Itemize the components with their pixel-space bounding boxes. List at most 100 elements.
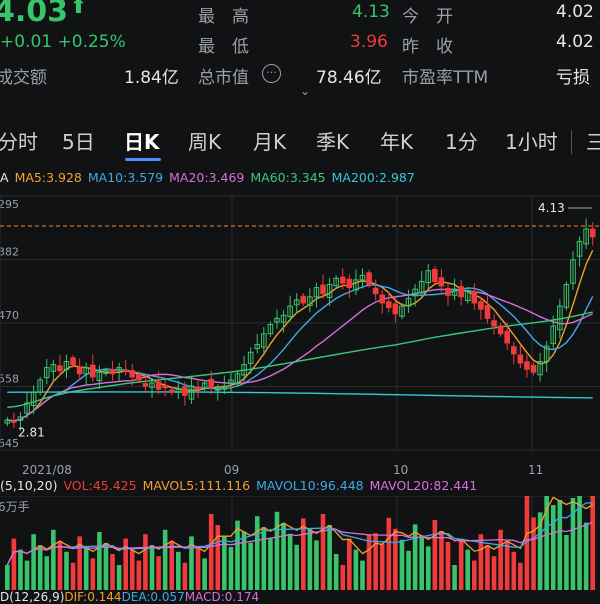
volume-bar bbox=[116, 565, 122, 590]
volume-bar bbox=[347, 538, 352, 590]
candle-body bbox=[445, 288, 451, 296]
tab-5[interactable]: 季K bbox=[316, 126, 349, 155]
volume-bar bbox=[287, 533, 293, 590]
candle-body bbox=[136, 373, 142, 381]
active-tab-underline bbox=[125, 158, 161, 161]
volume-bar bbox=[83, 547, 89, 590]
tab-1[interactable]: 5日 bbox=[62, 126, 95, 155]
pe-label: 市盈率TTM bbox=[402, 68, 489, 88]
volume-bar bbox=[307, 529, 313, 590]
turnover-label: 成交额 bbox=[0, 68, 47, 88]
high-label: 最 高 bbox=[198, 7, 249, 27]
candle-body bbox=[432, 268, 438, 282]
candle-body bbox=[70, 357, 76, 366]
volume-bar bbox=[202, 558, 207, 590]
volume-bar bbox=[24, 560, 30, 590]
volume-bar bbox=[162, 529, 168, 590]
candle-body bbox=[458, 286, 464, 298]
volume-bar bbox=[590, 496, 596, 590]
volume-bar bbox=[215, 525, 221, 590]
volume-bar bbox=[445, 542, 451, 590]
tab-6[interactable]: 年K bbox=[380, 126, 413, 155]
volume-bar bbox=[504, 540, 510, 590]
expand-chevron-icon[interactable]: ⌄ bbox=[300, 84, 310, 98]
volume-bar bbox=[176, 551, 181, 590]
volume-bar bbox=[425, 546, 431, 590]
legend-prefix: (5,10,20) bbox=[0, 478, 58, 493]
candle-body bbox=[510, 346, 517, 355]
info-icon[interactable]: ··· bbox=[262, 64, 281, 83]
volume-bar bbox=[11, 538, 17, 590]
candle-body bbox=[168, 389, 175, 393]
volume-bar bbox=[550, 505, 556, 590]
legend-prefix: A bbox=[0, 170, 9, 185]
volume-bar bbox=[379, 544, 385, 590]
volume-bar bbox=[281, 522, 286, 590]
candle-body bbox=[497, 325, 504, 335]
candle-body bbox=[300, 295, 307, 304]
volume-bar bbox=[44, 556, 50, 590]
tab-2[interactable]: 日K bbox=[124, 126, 160, 155]
low-value: 3.96 bbox=[350, 32, 388, 52]
pe-value: 亏损 bbox=[556, 68, 590, 88]
market-cap-value: 78.46亿 bbox=[316, 68, 382, 88]
volume-bar bbox=[458, 538, 464, 590]
volume-bar bbox=[531, 517, 536, 590]
legend-item-0: VOL:45.425 bbox=[63, 478, 137, 493]
volume-bar bbox=[432, 520, 438, 590]
volume-bar bbox=[511, 551, 517, 590]
market-cap-label: 总市值 bbox=[198, 68, 249, 88]
volume-bar bbox=[90, 558, 96, 590]
volume-bar bbox=[64, 551, 69, 590]
volume-bar bbox=[399, 539, 405, 590]
candle-body bbox=[517, 354, 524, 364]
open-value: 4.02 bbox=[556, 2, 594, 22]
volume-bar bbox=[320, 514, 326, 590]
legend-item-3: MAVOL20:82.441 bbox=[369, 478, 478, 493]
volume-chart[interactable] bbox=[0, 496, 600, 590]
tab-7[interactable]: 1分 bbox=[445, 126, 478, 155]
volume-bar bbox=[143, 534, 148, 590]
volume-bar bbox=[327, 525, 332, 590]
tab-9[interactable]: 三 bbox=[586, 126, 600, 155]
candlestick-chart[interactable]: 295 382 470 558 6452021/08 09 10 11 4.13 2.81 bbox=[0, 188, 600, 478]
volume-bar bbox=[564, 535, 569, 590]
volume-bar bbox=[518, 562, 523, 590]
volume-bar bbox=[366, 534, 372, 590]
volume-bar bbox=[406, 550, 411, 590]
candle-body bbox=[379, 294, 386, 304]
volume-bar bbox=[333, 554, 339, 590]
date-tick-label: 10 bbox=[393, 463, 408, 477]
volume-bar bbox=[57, 540, 63, 590]
candle-body bbox=[129, 370, 136, 378]
turnover-value: 1.84亿 bbox=[124, 68, 179, 88]
volume-bar bbox=[353, 549, 359, 590]
candle-body bbox=[182, 386, 188, 396]
candle-body bbox=[320, 284, 326, 295]
legend-item-3: MA60:3.345 bbox=[250, 170, 326, 185]
candle-body bbox=[385, 301, 392, 309]
volume-bar bbox=[228, 547, 234, 590]
candle-body bbox=[366, 272, 372, 286]
volume-bar bbox=[31, 534, 36, 590]
tab-8[interactable]: 1小时 bbox=[505, 126, 558, 155]
legend-item-1: DIF:0.144 bbox=[64, 590, 122, 604]
volume-bar bbox=[412, 524, 418, 590]
price-tick-label: 558 bbox=[0, 373, 19, 386]
volume-bar bbox=[103, 543, 109, 590]
up-arrow-icon: ⬆ bbox=[70, 0, 87, 18]
mavol10-line bbox=[6, 502, 593, 566]
price-tick-label: 470 bbox=[0, 309, 19, 322]
volume-bar bbox=[439, 531, 444, 590]
tab-3[interactable]: 周K bbox=[188, 126, 221, 155]
legend-item-4: MA200:2.987 bbox=[331, 170, 415, 185]
tab-4[interactable]: 月K bbox=[253, 126, 286, 155]
legend-item-2: MA20:3.469 bbox=[169, 170, 245, 185]
candle-body bbox=[589, 228, 596, 238]
candle-body bbox=[122, 369, 129, 372]
volume-bar bbox=[465, 549, 471, 590]
ma-legend: A MA5:3.928 MA10:3.579 MA20:3.469 MA60:3.345… bbox=[0, 170, 421, 185]
volume-bar bbox=[70, 562, 76, 590]
tab-0[interactable]: 分时 bbox=[0, 126, 38, 155]
candle-body bbox=[471, 291, 478, 304]
